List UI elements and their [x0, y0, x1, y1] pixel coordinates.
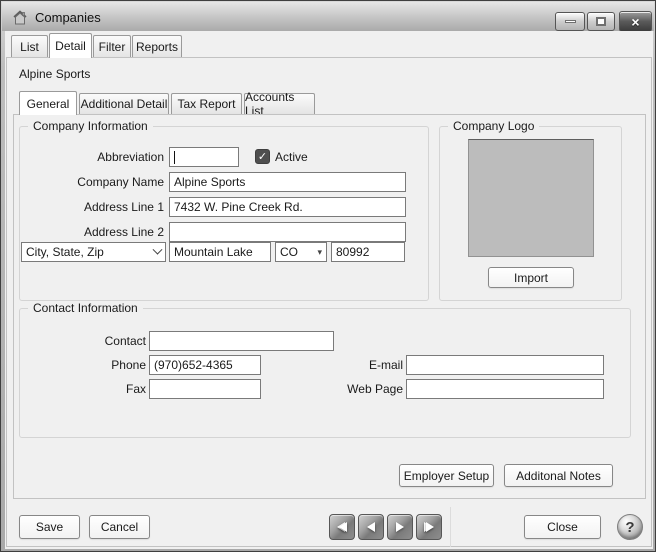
- company-name-label: Company Name: [21, 172, 164, 192]
- city-value: Mountain Lake: [174, 245, 253, 259]
- phone-field[interactable]: (970)652-4365: [149, 355, 261, 375]
- employer-setup-button-label: Employer Setup: [404, 469, 489, 483]
- city-field[interactable]: Mountain Lake: [169, 242, 271, 262]
- tab-tax-report[interactable]: Tax Report: [171, 93, 242, 114]
- import-button-label: Import: [514, 271, 548, 285]
- import-button[interactable]: Import: [488, 267, 574, 288]
- tab-general[interactable]: General: [19, 91, 77, 115]
- maximize-button[interactable]: [587, 12, 615, 31]
- fax-label: Fax: [21, 379, 146, 399]
- state-value: CO: [280, 245, 298, 259]
- additional-notes-button[interactable]: Additonal Notes: [504, 464, 613, 487]
- companies-window: Companies × List Detail Filter Reports A…: [0, 0, 656, 552]
- additional-notes-button-label: Additonal Notes: [516, 469, 601, 483]
- abbreviation-field[interactable]: [169, 147, 239, 167]
- window-title: Companies: [35, 10, 101, 25]
- tab-list[interactable]: List: [11, 35, 48, 57]
- check-icon: ✓: [258, 150, 267, 163]
- record-title: Alpine Sports: [19, 67, 90, 81]
- active-checkbox[interactable]: ✓: [255, 149, 270, 164]
- address-line1-field[interactable]: 7432 W. Pine Creek Rd.: [169, 197, 406, 217]
- zip-value: 80992: [336, 245, 369, 259]
- tab-accounts-list[interactable]: Accounts List: [244, 93, 315, 114]
- company-name-value: Alpine Sports: [174, 175, 245, 189]
- tab-filter[interactable]: Filter: [93, 35, 131, 57]
- phone-label: Phone: [21, 355, 146, 375]
- maximize-icon: [596, 17, 606, 26]
- zip-field[interactable]: 80992: [331, 242, 405, 262]
- state-dropdown[interactable]: CO ▾: [275, 242, 327, 262]
- cancel-button-label: Cancel: [101, 520, 138, 534]
- last-record-button[interactable]: [416, 514, 442, 540]
- minimize-button[interactable]: [555, 12, 585, 31]
- tab-additional-detail[interactable]: Additional Detail: [79, 93, 169, 114]
- close-icon: ×: [631, 14, 639, 30]
- footer-separator: [450, 507, 451, 547]
- close-window-button[interactable]: ×: [619, 11, 652, 32]
- abbreviation-label: Abbreviation: [21, 147, 164, 167]
- previous-record-button[interactable]: [358, 514, 384, 540]
- help-button[interactable]: ?: [617, 514, 643, 540]
- active-label: Active: [275, 147, 335, 167]
- tab-reports-label: Reports: [136, 40, 178, 54]
- save-button-label: Save: [36, 520, 63, 534]
- close-button[interactable]: Close: [524, 515, 601, 539]
- tab-list-label: List: [20, 40, 39, 54]
- company-information-group-label: Company Information: [28, 119, 153, 133]
- address-line1-value: 7432 W. Pine Creek Rd.: [174, 200, 303, 214]
- tab-tax-report-label: Tax Report: [177, 97, 235, 111]
- first-record-icon2: [339, 522, 347, 532]
- first-record-button[interactable]: [329, 514, 355, 540]
- save-button[interactable]: Save: [19, 515, 80, 539]
- tab-detail[interactable]: Detail: [49, 33, 92, 58]
- question-mark-icon: ?: [625, 519, 634, 536]
- company-logo-group-label: Company Logo: [448, 119, 539, 133]
- previous-record-icon: [367, 522, 375, 532]
- fax-field[interactable]: [149, 379, 261, 399]
- company-name-field[interactable]: Alpine Sports: [169, 172, 406, 192]
- city-state-zip-selector-value: City, State, Zip: [26, 245, 104, 259]
- email-label: E-mail: [281, 355, 403, 375]
- last-record-icon2: [426, 522, 434, 532]
- address-line1-label: Address Line 1: [21, 197, 164, 217]
- contact-field[interactable]: [149, 331, 334, 351]
- contact-label: Contact: [21, 331, 146, 351]
- tab-general-label: General: [27, 97, 70, 111]
- close-button-label: Close: [547, 520, 578, 534]
- email-field[interactable]: [406, 355, 604, 375]
- tab-additional-detail-label: Additional Detail: [81, 97, 168, 111]
- employer-setup-button[interactable]: Employer Setup: [399, 464, 494, 487]
- address-line2-field[interactable]: [169, 222, 406, 242]
- minimize-icon: [565, 20, 576, 23]
- tab-reports[interactable]: Reports: [132, 35, 182, 57]
- tab-filter-label: Filter: [99, 40, 126, 54]
- web-page-label: Web Page: [281, 379, 403, 399]
- text-caret: [174, 151, 175, 164]
- cancel-button[interactable]: Cancel: [89, 515, 150, 539]
- title-bar[interactable]: Companies ×: [2, 2, 654, 31]
- tab-detail-label: Detail: [55, 39, 86, 53]
- chevron-down-icon: [153, 244, 163, 254]
- city-state-zip-selector[interactable]: City, State, Zip: [21, 242, 166, 262]
- home-icon: [12, 10, 28, 26]
- phone-value: (970)652-4365: [154, 358, 233, 372]
- contact-information-group-label: Contact Information: [28, 301, 143, 315]
- address-line2-label: Address Line 2: [21, 222, 164, 242]
- web-page-field[interactable]: [406, 379, 604, 399]
- next-record-icon: [396, 522, 404, 532]
- dropdown-arrow-icon: ▾: [317, 247, 322, 258]
- company-logo-placeholder: [468, 139, 594, 257]
- next-record-button[interactable]: [387, 514, 413, 540]
